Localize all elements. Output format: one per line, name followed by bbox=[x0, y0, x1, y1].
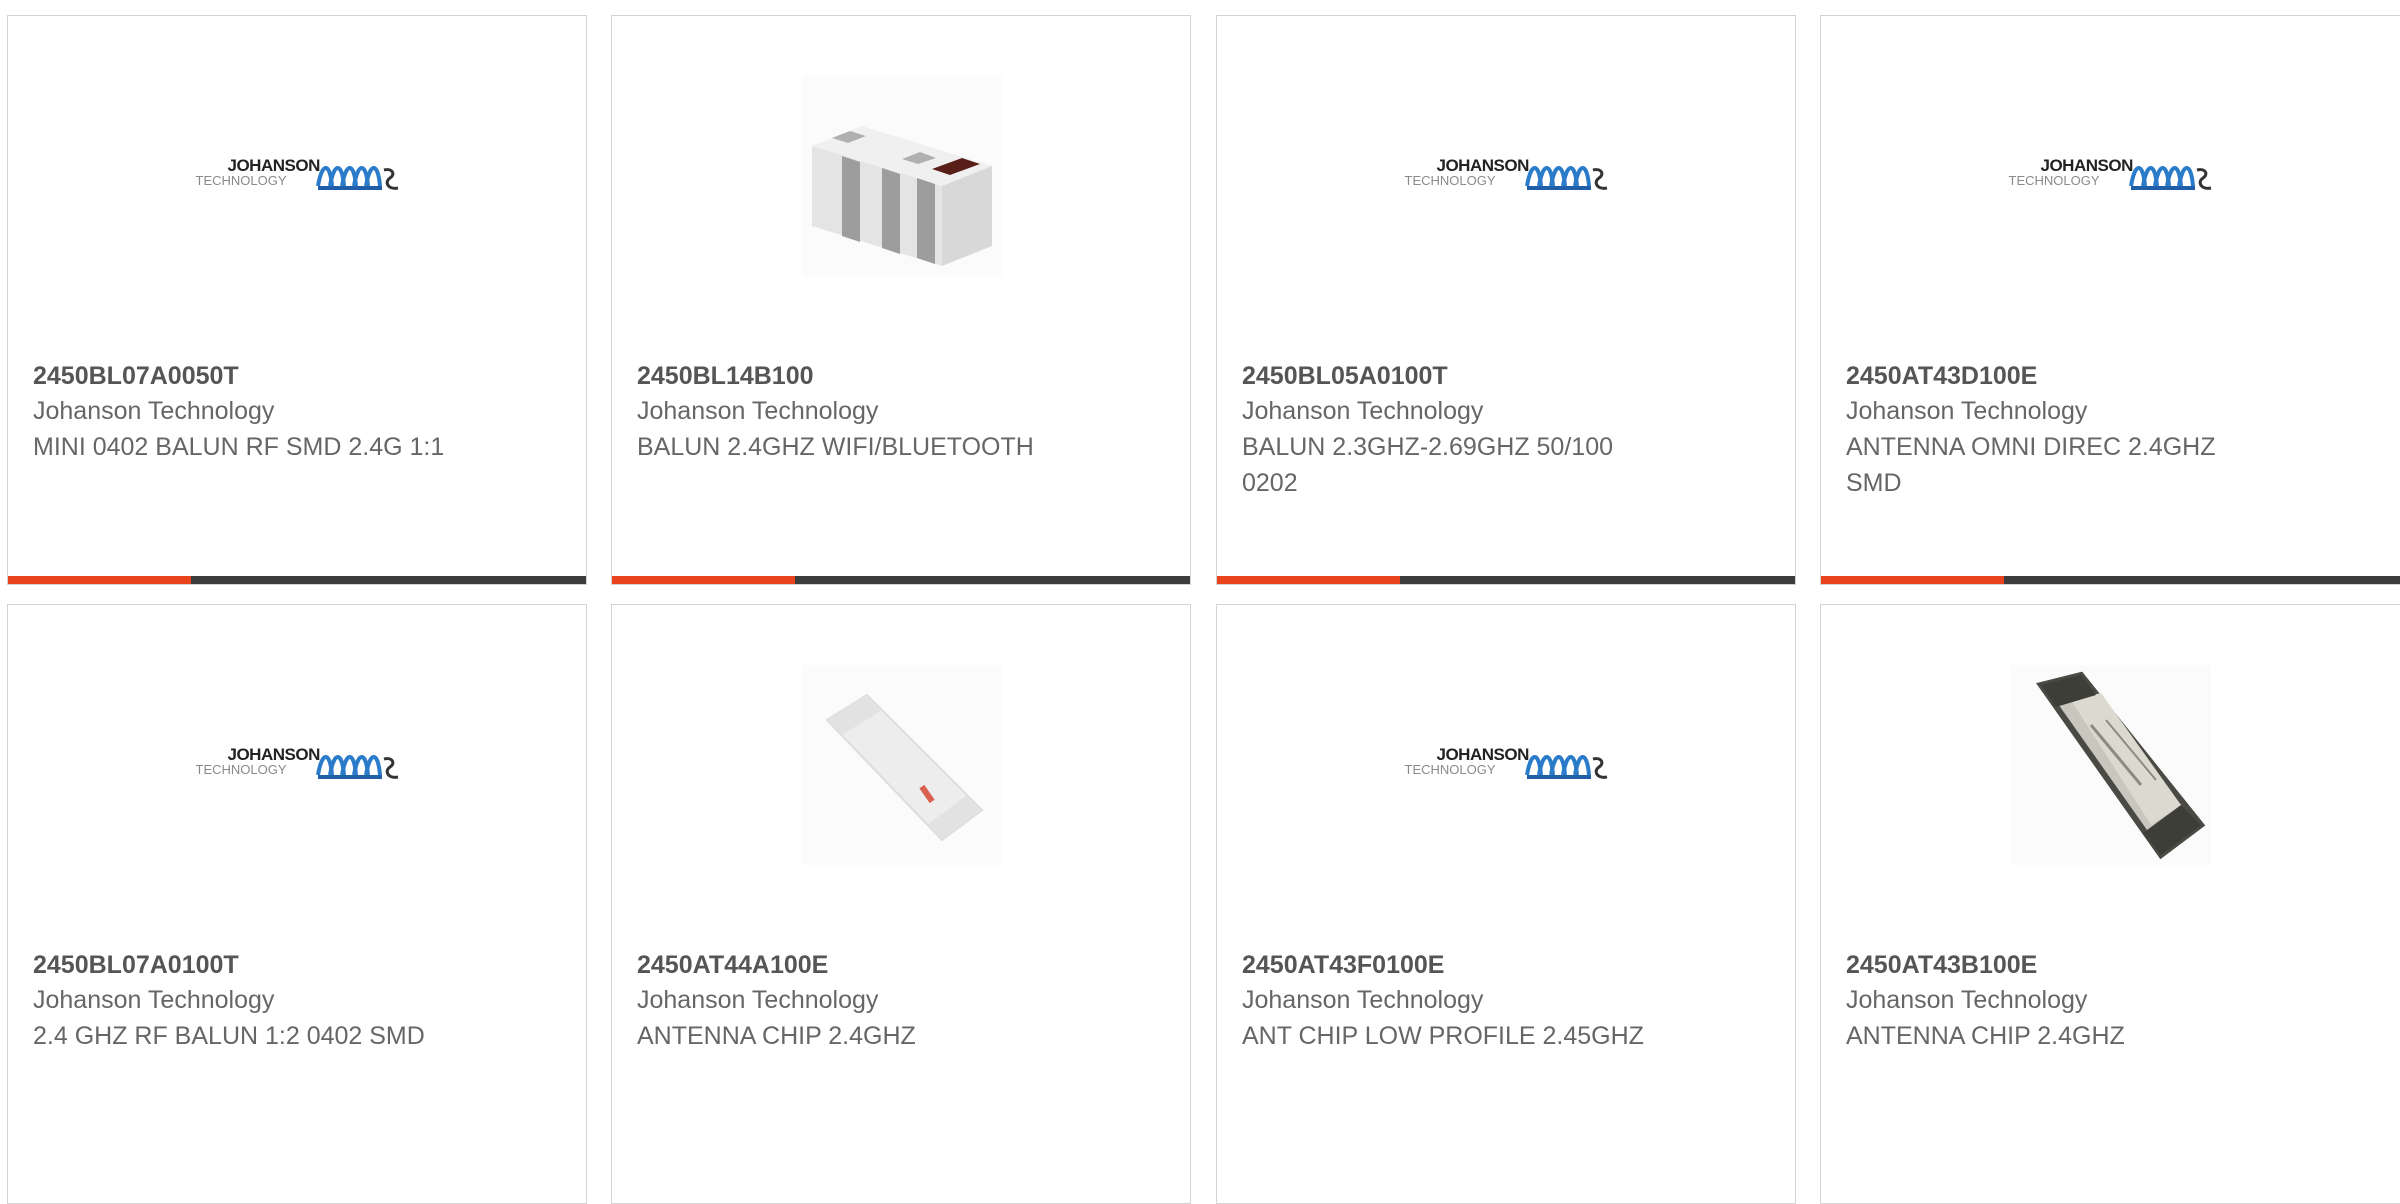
card-footer-bar bbox=[1821, 576, 2400, 584]
product-image[interactable]: JOHANSON TECHNOLOGY bbox=[1217, 76, 1795, 276]
manufacturer-name: Johanson Technology bbox=[1846, 986, 2088, 1014]
manufacturer-name: Johanson Technology bbox=[33, 397, 275, 425]
part-number-link[interactable]: 2450AT43B100E bbox=[1846, 948, 2276, 982]
logo-wave-icon bbox=[315, 755, 398, 779]
product-description: ANTENNA OMNI DIREC 2.4GHZ SMD bbox=[1846, 433, 2216, 497]
logo-text-technology: TECHNOLOGY bbox=[195, 762, 287, 777]
part-number-link[interactable]: 2450AT43D100E bbox=[1846, 359, 2276, 393]
logo-text-technology: TECHNOLOGY bbox=[2008, 173, 2100, 188]
dark-chip-antenna-photo bbox=[2011, 665, 2211, 865]
product-image[interactable] bbox=[612, 76, 1190, 276]
product-grid: JOHANSON TECHNOLOGY 2450BL07A0050T Johan… bbox=[0, 0, 2400, 1204]
logo-text-technology: TECHNOLOGY bbox=[195, 173, 287, 188]
product-description: ANT CHIP LOW PROFILE 2.45GHZ bbox=[1242, 1022, 1644, 1050]
part-number-link[interactable]: 2450BL07A0050T bbox=[33, 359, 463, 393]
product-info: 2450BL05A0100T Johanson Technology BALUN… bbox=[1242, 359, 1672, 501]
manufacturer-name: Johanson Technology bbox=[637, 397, 879, 425]
logo-text-technology: TECHNOLOGY bbox=[1404, 762, 1496, 777]
logo-wave-icon bbox=[2128, 166, 2211, 190]
card-accent-bar bbox=[1821, 576, 2004, 584]
manufacturer-name: Johanson Technology bbox=[637, 986, 879, 1014]
product-info: 2450AT43B100E Johanson Technology ANTENN… bbox=[1846, 948, 2276, 1054]
part-number-link[interactable]: 2450BL07A0100T bbox=[33, 948, 463, 982]
card-footer-bar bbox=[612, 576, 1190, 584]
johanson-logo: JOHANSON TECHNOLOGY bbox=[196, 156, 401, 196]
card-accent-bar bbox=[612, 576, 795, 584]
balun-component-photo bbox=[802, 76, 1002, 276]
product-description: BALUN 2.3GHZ-2.69GHZ 50/100 0202 bbox=[1242, 433, 1613, 497]
product-info: 2450AT44A100E Johanson Technology ANTENN… bbox=[637, 948, 1067, 1054]
card-footer-bar bbox=[1217, 576, 1795, 584]
johanson-logo: JOHANSON TECHNOLOGY bbox=[2009, 156, 2214, 196]
logo-wave-icon bbox=[1524, 166, 1607, 190]
product-info: 2450AT43D100E Johanson Technology ANTENN… bbox=[1846, 359, 2276, 501]
part-number-link[interactable]: 2450AT44A100E bbox=[637, 948, 1067, 982]
product-card[interactable]: JOHANSON TECHNOLOGY 2450BL07A0100T Johan… bbox=[7, 604, 587, 1204]
product-info: 2450BL14B100 Johanson Technology BALUN 2… bbox=[637, 359, 1067, 465]
product-info: 2450BL07A0050T Johanson Technology MINI … bbox=[33, 359, 463, 465]
product-image[interactable]: JOHANSON TECHNOLOGY bbox=[8, 76, 586, 276]
product-card[interactable]: JOHANSON TECHNOLOGY 2450BL07A0050T Johan… bbox=[7, 15, 587, 585]
johanson-logo: JOHANSON TECHNOLOGY bbox=[1405, 745, 1610, 785]
card-accent-bar bbox=[8, 576, 191, 584]
product-image[interactable]: JOHANSON TECHNOLOGY bbox=[1217, 665, 1795, 865]
part-number-link[interactable]: 2450BL05A0100T bbox=[1242, 359, 1672, 393]
product-card[interactable]: JOHANSON TECHNOLOGY 2450BL05A0100T Johan… bbox=[1216, 15, 1796, 585]
chip-antenna-photo bbox=[802, 665, 1002, 865]
product-image[interactable]: JOHANSON TECHNOLOGY bbox=[8, 665, 586, 865]
manufacturer-name: Johanson Technology bbox=[1846, 397, 2088, 425]
logo-wave-icon bbox=[1524, 755, 1607, 779]
product-image[interactable] bbox=[1821, 665, 2400, 865]
card-footer-bar bbox=[8, 576, 586, 584]
product-card[interactable]: 2450BL14B100 Johanson Technology BALUN 2… bbox=[611, 15, 1191, 585]
product-card[interactable]: 2450AT44A100E Johanson Technology ANTENN… bbox=[611, 604, 1191, 1204]
product-image[interactable] bbox=[612, 665, 1190, 865]
product-description: ANTENNA CHIP 2.4GHZ bbox=[1846, 1022, 2125, 1050]
product-info: 2450BL07A0100T Johanson Technology 2.4 G… bbox=[33, 948, 463, 1054]
logo-wave-icon bbox=[315, 166, 398, 190]
card-accent-bar bbox=[1217, 576, 1400, 584]
manufacturer-name: Johanson Technology bbox=[1242, 986, 1484, 1014]
part-number-link[interactable]: 2450AT43F0100E bbox=[1242, 948, 1672, 982]
product-description: 2.4 GHZ RF BALUN 1:2 0402 SMD bbox=[33, 1022, 425, 1050]
manufacturer-name: Johanson Technology bbox=[1242, 397, 1484, 425]
product-info: 2450AT43F0100E Johanson Technology ANT C… bbox=[1242, 948, 1672, 1054]
product-card[interactable]: 2450AT43B100E Johanson Technology ANTENN… bbox=[1820, 604, 2400, 1204]
product-description: MINI 0402 BALUN RF SMD 2.4G 1:1 bbox=[33, 433, 445, 461]
johanson-logo: JOHANSON TECHNOLOGY bbox=[196, 745, 401, 785]
product-card[interactable]: JOHANSON TECHNOLOGY 2450AT43F0100E Johan… bbox=[1216, 604, 1796, 1204]
johanson-logo: JOHANSON TECHNOLOGY bbox=[1405, 156, 1610, 196]
product-description: BALUN 2.4GHZ WIFI/BLUETOOTH bbox=[637, 433, 1034, 461]
manufacturer-name: Johanson Technology bbox=[33, 986, 275, 1014]
part-number-link[interactable]: 2450BL14B100 bbox=[637, 359, 1067, 393]
logo-text-technology: TECHNOLOGY bbox=[1404, 173, 1496, 188]
product-image[interactable]: JOHANSON TECHNOLOGY bbox=[1821, 76, 2400, 276]
product-card[interactable]: JOHANSON TECHNOLOGY 2450AT43D100E Johans… bbox=[1820, 15, 2400, 585]
product-description: ANTENNA CHIP 2.4GHZ bbox=[637, 1022, 916, 1050]
